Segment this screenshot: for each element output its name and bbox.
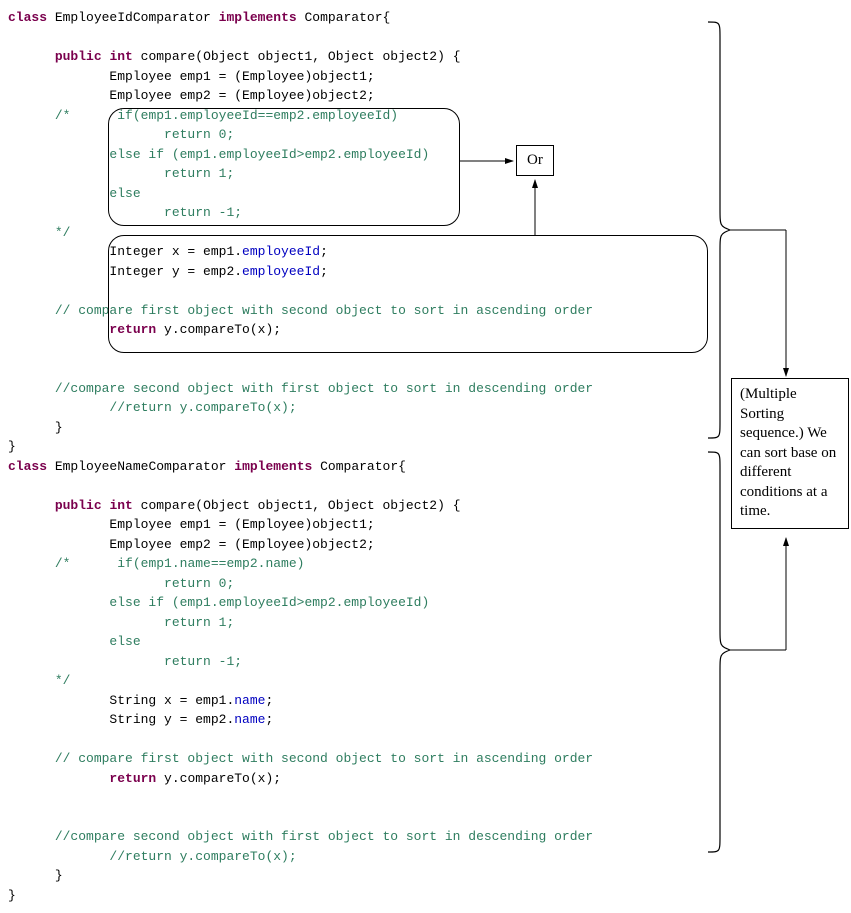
block-comment-line: return 0; (164, 127, 234, 142)
block-comment-open: /* (55, 556, 71, 571)
block-comment-line: else (109, 634, 140, 649)
block-comment-line: return -1; (164, 205, 242, 220)
code-line: Employee emp2 = (Employee)object2; (109, 88, 374, 103)
class-name: EmployeeIdComparator (55, 10, 211, 25)
line-comment: // compare first object with second obje… (55, 303, 593, 318)
keyword-public: public (55, 498, 102, 513)
line-comment: //compare second object with first objec… (55, 381, 593, 396)
keyword-return: return (109, 322, 156, 337)
keyword-int: int (109, 49, 132, 64)
code-line: Employee emp1 = (Employee)object1; (109, 69, 374, 84)
line-comment: //compare second object with first objec… (55, 829, 593, 844)
return-expr: y.compareTo(x); (156, 322, 281, 337)
keyword-implements: implements (234, 459, 312, 474)
block-comment-line: return 0; (164, 576, 234, 591)
block-comment-line: return -1; (164, 654, 242, 669)
code-block-1: class EmployeeIdComparator implements Co… (8, 8, 843, 457)
block-comment-line: return 1; (164, 166, 234, 181)
block-comment-line: else (109, 186, 140, 201)
line-comment: //return y.compareTo(x); (109, 849, 296, 864)
block-comment-open: /* (55, 108, 71, 123)
keyword-implements: implements (219, 10, 297, 25)
line-comment: //return y.compareTo(x); (109, 400, 296, 415)
code-line: Integer x = emp1.employeeId; (109, 244, 327, 259)
block-comment-close: */ (55, 225, 71, 240)
note-box: (Multiple Sorting sequence.) We can sort… (731, 378, 849, 529)
code-line: Employee emp2 = (Employee)object2; (109, 537, 374, 552)
code-line: Employee emp1 = (Employee)object1; (109, 517, 374, 532)
code-line: String x = emp1.name; (109, 693, 273, 708)
keyword-public: public (55, 49, 102, 64)
code-line: String y = emp2.name; (109, 712, 273, 727)
block-comment-line: if(emp1.employeeId==emp2.employeeId) (117, 108, 398, 123)
or-label-box: Or (516, 145, 554, 176)
or-label: Or (527, 152, 543, 168)
block-comment-line: return 1; (164, 615, 234, 630)
block-comment-line: if(emp1.name==emp2.name) (117, 556, 304, 571)
iface-name: Comparator{ (320, 459, 406, 474)
class-name: EmployeeNameComparator (55, 459, 227, 474)
block-comment-close: */ (55, 673, 71, 688)
code-diagram: class EmployeeIdComparator implements Co… (8, 8, 843, 905)
brace: } (55, 420, 63, 435)
keyword-class: class (8, 459, 47, 474)
keyword-return: return (109, 771, 156, 786)
keyword-class: class (8, 10, 47, 25)
block-comment-line: else if (emp1.employeeId>emp2.employeeId… (109, 595, 429, 610)
method-sig: compare(Object object1, Object object2) … (141, 498, 461, 513)
brace: } (55, 868, 63, 883)
code-block-2: class EmployeeNameComparator implements … (8, 457, 843, 906)
return-expr: y.compareTo(x); (156, 771, 281, 786)
brace: } (8, 439, 16, 454)
block-comment-line: else if (emp1.employeeId>emp2.employeeId… (109, 147, 429, 162)
iface-name: Comparator{ (305, 10, 391, 25)
note-text: (Multiple Sorting sequence.) We can sort… (740, 386, 836, 519)
method-sig: compare(Object object1, Object object2) … (141, 49, 461, 64)
brace: } (8, 888, 16, 903)
keyword-int: int (109, 498, 132, 513)
code-line: Integer y = emp2.employeeId; (109, 264, 327, 279)
line-comment: // compare first object with second obje… (55, 751, 593, 766)
